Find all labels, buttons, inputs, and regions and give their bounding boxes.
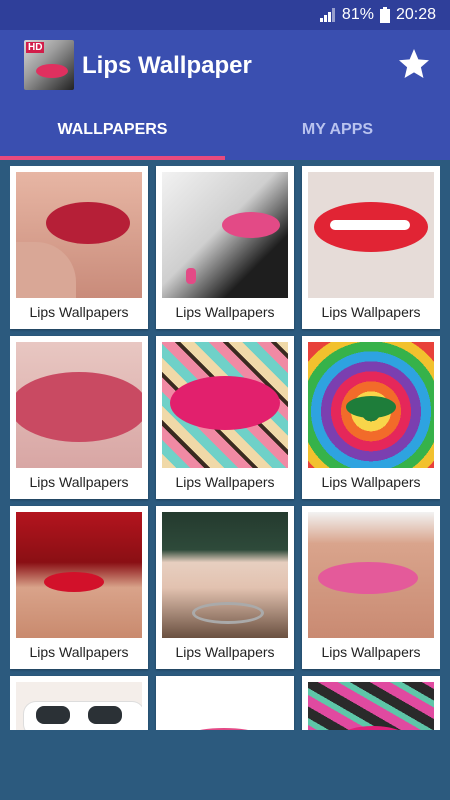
wallpaper-card[interactable]: Lips Wallpapers	[302, 166, 440, 329]
tab-indicator	[0, 156, 225, 160]
wallpaper-card[interactable]: Lips Wallpapers	[10, 336, 148, 499]
clock: 20:28	[395, 6, 436, 23]
wallpaper-caption: Lips Wallpapers	[321, 474, 421, 490]
wallpaper-card[interactable]	[10, 676, 148, 730]
wallpaper-thumbnail	[308, 682, 434, 730]
app-logo: HD	[24, 40, 74, 90]
wallpaper-caption: Lips Wallpapers	[29, 644, 129, 660]
wallpaper-caption: Lips Wallpapers	[175, 474, 275, 490]
wallpaper-caption: Lips Wallpapers	[321, 644, 421, 660]
star-icon[interactable]	[396, 46, 432, 82]
battery-percent: 81%	[341, 6, 374, 23]
wallpaper-card[interactable]	[156, 676, 294, 730]
wallpaper-caption: Lips Wallpapers	[175, 304, 275, 320]
wallpaper-thumbnail	[162, 342, 288, 468]
hd-badge: HD	[26, 42, 45, 53]
status-bar: 81% 20:28	[0, 0, 450, 30]
wallpaper-card[interactable]	[302, 676, 440, 730]
wallpaper-grid: Lips Wallpapers Lips Wallpapers Lips Wal…	[10, 166, 440, 730]
wallpaper-caption: Lips Wallpapers	[321, 304, 421, 320]
wallpaper-thumbnail	[162, 512, 288, 638]
wallpaper-caption: Lips Wallpapers	[175, 644, 275, 660]
wallpaper-thumbnail	[16, 682, 142, 730]
wallpaper-thumbnail	[162, 172, 288, 298]
wallpaper-thumbnail	[16, 172, 142, 298]
wallpaper-thumbnail	[162, 682, 288, 730]
battery-icon	[379, 7, 390, 23]
wallpaper-caption: Lips Wallpapers	[29, 304, 129, 320]
wallpaper-card[interactable]: Lips Wallpapers	[302, 506, 440, 669]
wallpaper-card[interactable]: Lips Wallpapers	[10, 506, 148, 669]
signal-icon	[319, 8, 335, 22]
tab-bar: WALLPAPERS MY APPS	[0, 100, 450, 160]
bottom-area	[0, 730, 450, 800]
wallpaper-thumbnail	[16, 342, 142, 468]
wallpaper-card[interactable]: Lips Wallpapers	[156, 506, 294, 669]
wallpaper-card[interactable]: Lips Wallpapers	[302, 336, 440, 499]
wallpaper-thumbnail	[308, 512, 434, 638]
app-bar: HD Lips Wallpaper	[0, 30, 450, 100]
tab-wallpapers[interactable]: WALLPAPERS	[0, 100, 225, 160]
wallpaper-thumbnail	[308, 342, 434, 468]
wallpaper-thumbnail	[308, 172, 434, 298]
app-title: Lips Wallpaper	[82, 52, 252, 79]
wallpaper-thumbnail	[16, 512, 142, 638]
wallpaper-caption: Lips Wallpapers	[29, 474, 129, 490]
wallpaper-card[interactable]: Lips Wallpapers	[156, 166, 294, 329]
wallpaper-card[interactable]: Lips Wallpapers	[10, 166, 148, 329]
wallpaper-card[interactable]: Lips Wallpapers	[156, 336, 294, 499]
tab-my-apps[interactable]: MY APPS	[225, 100, 450, 160]
